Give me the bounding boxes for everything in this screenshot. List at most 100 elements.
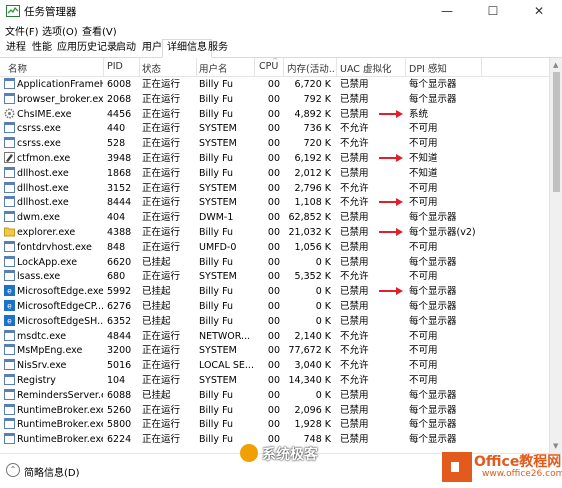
col-uac-header[interactable]: UAC 虚拟化 xyxy=(340,61,402,75)
menu-options[interactable]: 选项(O) xyxy=(42,23,78,38)
process-user: SYSTEM xyxy=(199,182,237,194)
table-row[interactable]: NisSrv.exe 5016 正在运行 LOCAL SE... 00 3,040 K 不允… xyxy=(0,358,549,373)
process-status: 正在运行 xyxy=(142,271,181,283)
tab-app-history[interactable]: 应用历史记录 xyxy=(53,40,121,56)
table-row[interactable]: csrss.exe 528 正在运行 SYSTEM 00 720 K 不允许 不可用 xyxy=(0,136,549,151)
scroll-up-icon[interactable]: ▲ xyxy=(553,61,558,69)
process-cpu: 00 xyxy=(267,419,280,431)
process-cpu: 00 xyxy=(267,345,280,357)
tab-processes[interactable]: 进程 xyxy=(2,40,30,56)
process-memory: 1,056 K xyxy=(294,241,331,253)
process-dpi: 不可用 xyxy=(409,374,438,386)
process-dpi: 每个显示器 xyxy=(409,93,457,105)
table-row[interactable]: lsass.exe 680 正在运行 SYSTEM 00 5,352 K 不允许 不可用 xyxy=(0,269,549,284)
col-user-header[interactable]: 用户名 xyxy=(199,61,254,75)
table-row[interactable]: msdtc.exe 4844 正在运行 NETWOR... 00 2,140 K 不允许 不可… xyxy=(0,329,549,344)
watermark-left-text: 系统极客 xyxy=(262,447,318,463)
window-icon xyxy=(4,373,15,385)
column-divider[interactable] xyxy=(405,58,406,76)
table-row[interactable]: MsMpEng.exe 3200 正在运行 SYSTEM 00 77,672 K 不允许 不可… xyxy=(0,343,549,358)
process-memory: 62,852 K xyxy=(288,212,332,224)
table-row[interactable]: fontdrvhost.exe 848 正在运行 UMFD-0 00 1,056 K 已禁用… xyxy=(0,240,549,255)
process-name: LockApp.exe xyxy=(17,256,78,268)
table-row[interactable]: ApplicationFrameH... 6008 正在运行 Billy Fu 00 6,… xyxy=(0,77,549,92)
table-row[interactable]: e MicrosoftEdge.exe 5992 已挂起 Billy Fu 00 0 K 已禁… xyxy=(0,284,549,299)
process-memory: 1,108 K xyxy=(294,197,331,209)
process-uac: 不允许 xyxy=(340,374,369,386)
menu-file[interactable]: 文件(F) xyxy=(5,23,39,38)
scroll-down-icon[interactable]: ▼ xyxy=(553,442,558,450)
col-status-header[interactable]: 状态 xyxy=(142,61,197,75)
column-divider[interactable] xyxy=(336,58,337,76)
svg-text:e: e xyxy=(7,301,12,310)
table-row[interactable]: dllhost.exe 8444 正在运行 SYSTEM 00 1,108 K 不允许 不可用 xyxy=(0,195,549,210)
table-row[interactable]: dllhost.exe 3152 正在运行 SYSTEM 00 2,796 K 不允许 不可用 xyxy=(0,181,549,196)
process-memory: 0 K xyxy=(315,286,331,298)
col-pid-header[interactable]: PID xyxy=(107,61,139,72)
table-row[interactable]: ChsIME.exe 4456 正在运行 Billy Fu 00 4,892 K 已禁用 系统 xyxy=(0,107,549,122)
table-row[interactable]: e MicrosoftEdgeCP.... 6276 已挂起 Billy Fu 00 0 K… xyxy=(0,299,549,314)
scrollbar-thumb[interactable] xyxy=(553,72,560,192)
close-button[interactable]: ✕ xyxy=(516,0,562,22)
table-row[interactable]: RuntimeBroker.exe 5800 正在运行 Billy Fu 00 1,928… xyxy=(0,417,549,432)
fewer-details-button[interactable]: 简略信息(D) xyxy=(24,464,80,479)
process-pid: 1868 xyxy=(107,167,132,179)
column-divider[interactable] xyxy=(103,58,104,76)
col-memory-header[interactable]: 内存(活动... xyxy=(287,61,335,75)
table-row[interactable]: dllhost.exe 1868 正在运行 Billy Fu 00 2,012 K 已禁用 不… xyxy=(0,166,549,181)
tab-startup[interactable]: 启动 xyxy=(112,40,140,56)
table-body: ApplicationFrameH... 6008 正在运行 Billy Fu 00 6,… xyxy=(0,77,549,447)
process-cpu: 00 xyxy=(267,389,280,401)
column-divider[interactable] xyxy=(254,58,255,76)
process-dpi: 每个显示器 xyxy=(409,315,457,327)
process-status: 正在运行 xyxy=(142,434,181,446)
edge-icon: e xyxy=(4,299,15,311)
table-row[interactable]: explorer.exe 4388 正在运行 Billy Fu 00 21,032 K 已禁… xyxy=(0,225,549,240)
red-arrow-icon xyxy=(379,227,403,236)
menu-view[interactable]: 查看(V) xyxy=(82,23,117,38)
window-icon xyxy=(4,344,15,356)
process-name: RuntimeBroker.exe xyxy=(17,419,103,431)
vertical-scrollbar[interactable]: ▲ ▼ xyxy=(549,58,562,453)
table-row[interactable]: csrss.exe 440 正在运行 SYSTEM 00 736 K 不允许 不可用 xyxy=(0,121,549,136)
process-cpu: 00 xyxy=(267,212,280,224)
process-name: msdtc.exe xyxy=(17,330,67,342)
tab-services[interactable]: 服务 xyxy=(204,40,232,56)
table-row[interactable]: LockApp.exe 6620 已挂起 Billy Fu 00 0 K 已禁用 每个显示器 xyxy=(0,255,549,270)
svg-text:e: e xyxy=(7,316,12,325)
process-pid: 404 xyxy=(107,212,126,224)
process-dpi: 不可用 xyxy=(409,345,438,357)
table-row[interactable]: e MicrosoftEdgeSH.... 6352 已挂起 Billy Fu 00 0 K… xyxy=(0,314,549,329)
column-divider[interactable] xyxy=(196,58,197,76)
process-status: 正在运行 xyxy=(142,374,181,386)
column-divider[interactable] xyxy=(139,58,140,76)
watermark-office26: Office教程网 www.office26.com xyxy=(442,452,562,487)
process-name: csrss.exe xyxy=(17,138,61,150)
minimize-button[interactable]: — xyxy=(424,0,470,22)
process-memory: 2,012 K xyxy=(294,167,331,179)
col-dpi-header[interactable]: DPI 感知 xyxy=(409,61,479,75)
process-dpi: 不可用 xyxy=(409,271,438,283)
process-cpu: 00 xyxy=(267,271,280,283)
process-cpu: 00 xyxy=(267,79,280,90)
col-name-header[interactable]: 名称 xyxy=(8,61,102,75)
edge-icon: e xyxy=(4,285,15,297)
table-header: ^ 名称 PID 状态 用户名 CPU 内存(活动... UAC 虚拟化 DPI… xyxy=(0,58,549,77)
chevron-up-icon[interactable]: ⌃ xyxy=(6,463,20,477)
table-row[interactable]: browser_broker.exe 2068 正在运行 Billy Fu 00 792 … xyxy=(0,92,549,107)
process-status: 正在运行 xyxy=(142,345,181,357)
column-divider[interactable] xyxy=(283,58,284,76)
table-row[interactable]: RuntimeBroker.exe 5260 正在运行 Billy Fu 00 2,096… xyxy=(0,403,549,418)
process-dpi: 不可用 xyxy=(409,241,438,253)
maximize-button[interactable]: ☐ xyxy=(470,0,516,22)
table-row[interactable]: dwm.exe 404 正在运行 DWM-1 00 62,852 K 已禁用 每个显示器 xyxy=(0,210,549,225)
table-row[interactable]: Registry 104 正在运行 SYSTEM 00 14,340 K 不允许 不可用 xyxy=(0,373,549,388)
table-row[interactable]: RemindersServer.e... 6088 已挂起 Billy Fu 00 0 K… xyxy=(0,388,549,403)
process-user: SYSTEM xyxy=(199,138,237,150)
column-divider[interactable] xyxy=(481,58,482,76)
process-user: SYSTEM xyxy=(199,271,237,283)
col-cpu-header[interactable]: CPU xyxy=(259,61,281,72)
tab-performance[interactable]: 性能 xyxy=(28,40,56,56)
table-row[interactable]: ctfmon.exe 3948 正在运行 Billy Fu 00 6,192 K 已禁用 不知… xyxy=(0,151,549,166)
window-icon xyxy=(4,78,15,89)
